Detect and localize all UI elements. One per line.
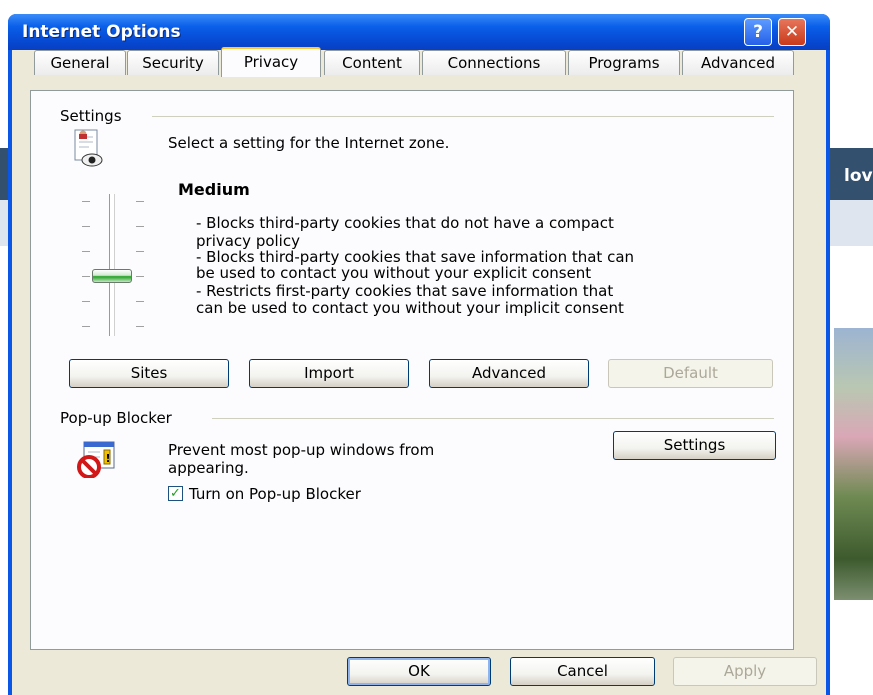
slider-tick <box>136 226 144 227</box>
default-button[interactable]: Default <box>608 359 773 388</box>
help-button[interactable]: ? <box>744 18 772 46</box>
slider-track[interactable] <box>109 194 114 336</box>
zone-instruction-text: Select a setting for the Internet zone. <box>168 134 450 152</box>
background-header-text: lov <box>844 166 873 186</box>
privacy-zone-icon <box>74 129 103 167</box>
background-photo <box>834 328 873 600</box>
tab-programs[interactable]: Programs <box>568 50 680 75</box>
advanced-button[interactable]: Advanced <box>429 359 589 388</box>
level-description-line-1: - Blocks third-party cookies that do not… <box>196 214 614 232</box>
level-description-line-4: be used to contact you without your expl… <box>196 264 592 282</box>
popup-blocker-icon: ! <box>77 441 115 478</box>
slider-tick <box>136 326 144 327</box>
close-button[interactable]: ✕ <box>778 18 806 46</box>
tab-connections[interactable]: Connections <box>422 50 566 75</box>
tab-general[interactable]: General <box>34 50 126 75</box>
apply-button[interactable]: Apply <box>673 657 817 686</box>
title-bar[interactable]: Internet Options ? ✕ <box>8 14 830 50</box>
checkmark-icon: ✓ <box>170 486 181 501</box>
privacy-level-title: Medium <box>178 180 250 199</box>
popup-description: Prevent most pop-up windows from appeari… <box>168 441 434 477</box>
popup-group-label: Pop-up Blocker <box>60 409 178 427</box>
import-button[interactable]: Import <box>249 359 409 388</box>
popup-blocker-checkbox[interactable]: ✓ <box>168 486 183 501</box>
help-icon: ? <box>753 22 763 42</box>
popup-description-line-2: appearing. <box>168 459 249 477</box>
slider-tick <box>136 251 144 252</box>
sites-button[interactable]: Sites <box>69 359 229 388</box>
close-icon: ✕ <box>784 22 800 42</box>
cancel-button[interactable]: Cancel <box>510 657 655 686</box>
ok-button[interactable]: OK <box>347 657 491 686</box>
settings-group-label: Settings <box>60 107 128 125</box>
tab-content[interactable]: Content <box>324 50 420 75</box>
slider-tick <box>136 301 144 302</box>
tab-privacy[interactable]: Privacy <box>221 47 321 77</box>
slider-tick <box>82 276 90 277</box>
slider-tick <box>82 301 90 302</box>
slider-tick <box>82 201 90 202</box>
tab-advanced[interactable]: Advanced <box>682 50 794 75</box>
slider-tick <box>136 201 144 202</box>
popup-blocker-checkbox-label[interactable]: Turn on Pop-up Blocker <box>189 485 361 503</box>
level-description-line-5: - Restricts first-party cookies that sav… <box>196 282 614 300</box>
popup-group-divider <box>212 418 774 419</box>
tab-security[interactable]: Security <box>127 50 219 75</box>
popup-description-line-1: Prevent most pop-up windows from <box>168 441 435 459</box>
settings-group-divider <box>152 116 774 117</box>
window-title: Internet Options <box>22 22 181 42</box>
slider-tick <box>82 251 90 252</box>
slider-thumb[interactable] <box>92 269 132 283</box>
svg-text:!: ! <box>106 452 111 465</box>
level-description-line-6: can be used to contact you without your … <box>196 299 624 317</box>
slider-tick <box>136 276 144 277</box>
popup-settings-button[interactable]: Settings <box>613 431 776 460</box>
slider-tick <box>82 326 90 327</box>
slider-tick <box>82 226 90 227</box>
